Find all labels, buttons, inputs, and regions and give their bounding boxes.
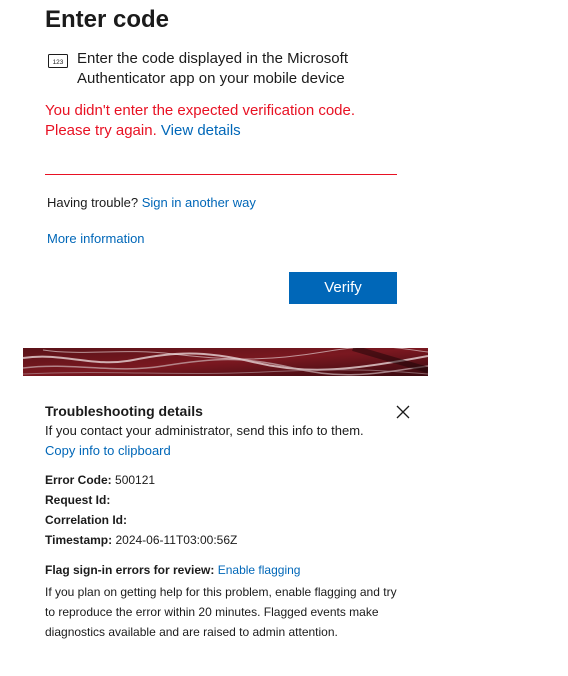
view-details-link[interactable]: View details: [161, 122, 241, 139]
request-id-row: Request Id:: [45, 492, 110, 508]
error-code-row: Error Code: 500121: [45, 472, 155, 488]
timestamp-label: Timestamp:: [45, 533, 113, 547]
flag-errors-label: Flag sign-in errors for review:: [45, 563, 215, 577]
trouble-prefix: Having trouble?: [47, 195, 139, 210]
request-id-label: Request Id:: [45, 493, 111, 507]
timestamp-row: Timestamp: 2024-06-11T03:00:56Z: [45, 532, 237, 548]
timestamp-value: 2024-06-11T03:00:56Z: [115, 533, 238, 547]
flag-description: If you plan on getting help for this pro…: [45, 585, 397, 639]
close-icon[interactable]: [395, 404, 411, 420]
page-title: Enter code: [45, 6, 170, 33]
error-message: You didn't enter the expected verificati…: [45, 101, 405, 141]
sign-in-another-way-link[interactable]: Sign in another way: [142, 195, 256, 210]
troubleshooting-subtitle: If you contact your administrator, send …: [45, 423, 364, 438]
code-input[interactable]: [45, 144, 397, 175]
background-banner-image: [23, 348, 428, 376]
more-information-link[interactable]: More information: [47, 231, 145, 247]
sign-in-page: Enter code 123 Enter the code displayed …: [0, 0, 568, 676]
enable-flagging-link[interactable]: Enable flagging: [218, 563, 301, 577]
svg-text:123: 123: [53, 59, 64, 66]
instruction-row: 123 Enter the code displayed in the Micr…: [48, 49, 388, 89]
troubleshooting-title: Troubleshooting details: [45, 403, 203, 419]
error-code-value: 500121: [115, 473, 156, 487]
verify-button[interactable]: Verify: [289, 272, 397, 304]
trouble-line: Having trouble? Sign in another way: [47, 195, 256, 211]
correlation-id-label: Correlation Id:: [45, 513, 128, 527]
flag-errors-row: Flag sign-in errors for review: Enable f…: [45, 562, 300, 578]
error-code-label: Error Code:: [45, 473, 112, 487]
instruction-text: Enter the code displayed in the Microsof…: [77, 50, 348, 87]
keypad-123-icon: 123: [48, 54, 68, 68]
copy-info-link[interactable]: Copy info to clipboard: [45, 442, 171, 459]
correlation-id-row: Correlation Id:: [45, 512, 127, 528]
